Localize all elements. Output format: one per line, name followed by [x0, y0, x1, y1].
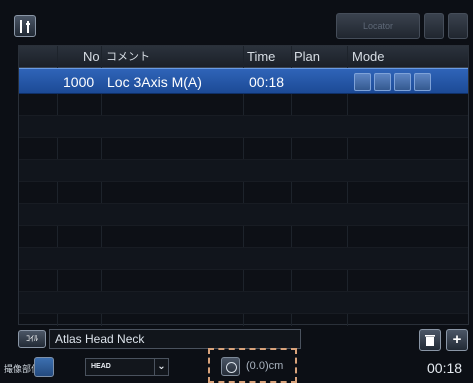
body-part-icon[interactable]	[34, 357, 54, 377]
col-mode-header: Mode	[352, 49, 385, 64]
coil-name-field[interactable]: Atlas Head Neck	[49, 329, 301, 349]
mode-icon-4[interactable]	[414, 73, 431, 91]
table-row-empty[interactable]	[19, 226, 468, 248]
cell-time: 00:18	[249, 74, 285, 90]
toolbar: Locator	[8, 10, 468, 42]
mode-icon-3[interactable]	[394, 73, 411, 91]
toolbar-button-a[interactable]	[424, 13, 444, 39]
scan-center-icon[interactable]	[221, 357, 240, 376]
protocol-panel: Locator No コメント Time Plan Mode 1000 Loc …	[0, 0, 473, 383]
table-row-empty[interactable]	[19, 292, 468, 314]
chevron-down-icon: ⌄	[154, 359, 168, 375]
col-time-header: Time	[247, 49, 276, 64]
plus-icon: +	[452, 331, 462, 348]
table-row-empty[interactable]	[19, 138, 468, 160]
col-no-header: No	[83, 49, 100, 64]
table-row-empty[interactable]	[19, 248, 468, 270]
trash-icon	[424, 331, 436, 348]
cell-no: 1000	[63, 74, 95, 90]
mode-icon-2[interactable]	[374, 73, 391, 91]
mode-icons	[354, 73, 431, 91]
tool-settings-icon	[18, 18, 32, 34]
cell-comment: Loc 3Axis M(A)	[107, 74, 202, 90]
col-comment-header: コメント	[106, 51, 150, 63]
table-row-empty[interactable]	[19, 160, 468, 182]
table-row-empty[interactable]	[19, 182, 468, 204]
col-plan-header: Plan	[294, 49, 321, 64]
add-button[interactable]: +	[446, 329, 468, 351]
table-row-selected[interactable]: 1000 Loc 3Axis M(A) 00:18	[19, 68, 468, 94]
table-row-empty[interactable]	[19, 204, 468, 226]
body-part-select[interactable]: HEAD ⌄	[85, 358, 169, 376]
delete-button[interactable]	[419, 329, 441, 351]
total-time: 00:18	[427, 360, 463, 376]
coil-button[interactable]: ｺｲﾙ	[18, 330, 46, 348]
table-row-empty[interactable]	[19, 270, 468, 292]
protocol-table: No コメント Time Plan Mode 1000 Loc 3Axis M(…	[18, 45, 469, 326]
table-row-empty[interactable]	[19, 116, 468, 138]
table-row-empty[interactable]	[19, 94, 468, 116]
toolbar-button-b[interactable]	[448, 13, 468, 39]
scan-offset-value: (0.0)cm	[246, 360, 284, 372]
mode-icon-1[interactable]	[354, 73, 371, 91]
locator-button[interactable]: Locator	[336, 13, 420, 39]
tool-settings-button[interactable]	[14, 15, 36, 37]
